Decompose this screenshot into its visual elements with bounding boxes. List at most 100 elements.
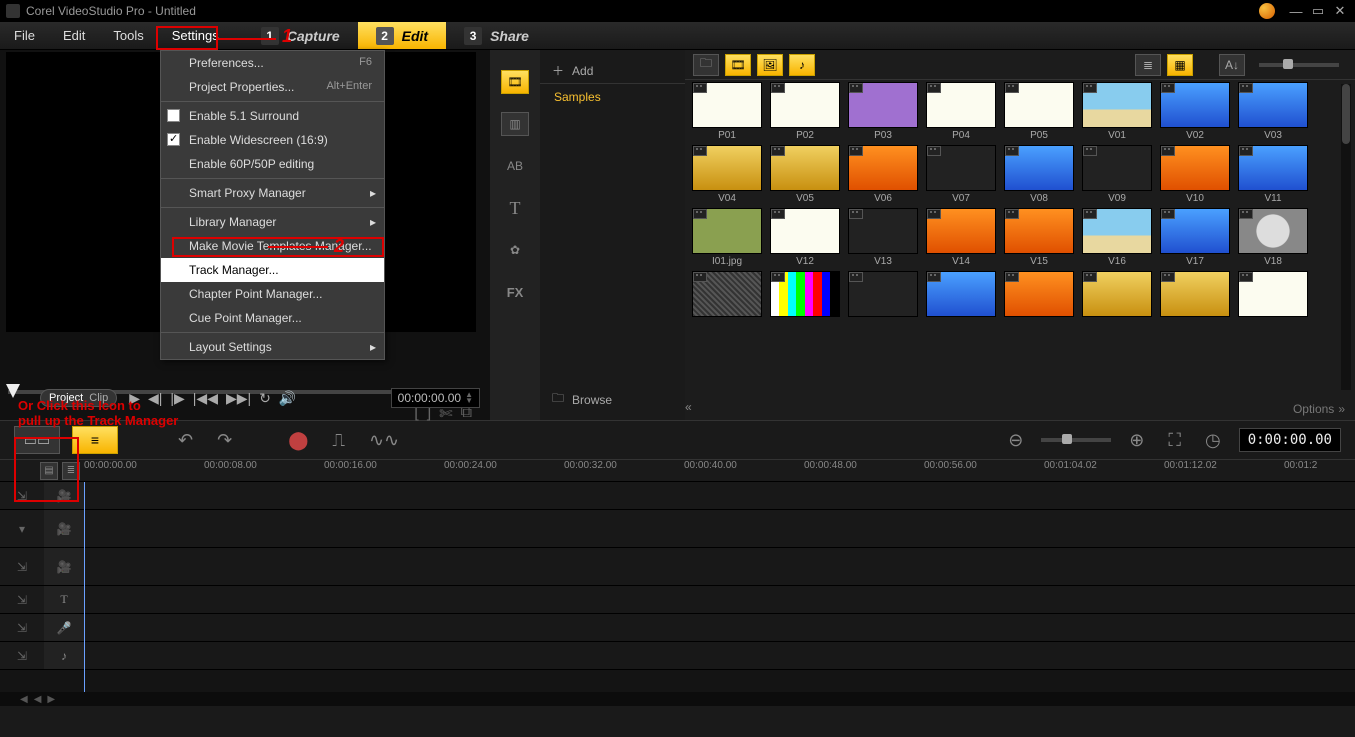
library-item[interactable]: V01 (1081, 82, 1153, 141)
step-capture[interactable]: 1Capture (243, 22, 358, 49)
lock-music-button[interactable]: ⇲ (0, 642, 44, 669)
menu-item-project-properties[interactable]: Project Properties...Alt+Enter (161, 75, 384, 99)
filter-audio-button[interactable]: ♪ (789, 54, 815, 76)
filter-video-button[interactable]: 🎞 (725, 54, 751, 76)
menu-file[interactable]: File (0, 22, 49, 49)
menu-item-cue-point-manager[interactable]: Cue Point Manager... (161, 306, 384, 330)
category-transition-button[interactable]: ▥ (501, 112, 529, 136)
zoom-out-button[interactable]: ⊖ (1002, 430, 1029, 451)
menu-item-preferences[interactable]: Preferences...F6 (161, 51, 384, 75)
library-item[interactable]: V15 (1003, 208, 1075, 267)
overlay-track-body[interactable] (84, 510, 1355, 547)
library-item[interactable]: P01 (691, 82, 763, 141)
category-title-ab-button[interactable]: AB (501, 154, 529, 178)
music-track-icon[interactable]: ♪ (44, 642, 84, 669)
menu-item-enable-widescreen-16-9[interactable]: Enable Widescreen (16:9) (161, 128, 384, 152)
preview-timecode[interactable]: 00:00:00.00 ▲▼ (391, 388, 480, 408)
audio-mixer-button[interactable]: ⎍ (326, 430, 351, 451)
sort-button[interactable]: A↓ (1219, 54, 1245, 76)
scroll-left-button[interactable]: ◀ (20, 694, 28, 705)
library-item[interactable] (769, 271, 841, 319)
video-track-body[interactable] (84, 482, 1355, 509)
library-item[interactable]: V03 (1237, 82, 1309, 141)
options-button[interactable]: Options » (1293, 402, 1345, 416)
library-item[interactable] (847, 271, 919, 319)
library-folder-icon[interactable]: 🗀 (693, 54, 719, 76)
end-button[interactable]: ▶▶| (226, 390, 251, 407)
overlay2-track-icon[interactable]: 🎥 (44, 548, 84, 585)
title-track-icon[interactable]: T (44, 586, 84, 613)
zoom-knob-icon[interactable] (1062, 434, 1072, 444)
library-item[interactable]: P05 (1003, 82, 1075, 141)
library-item[interactable]: V09 (1081, 145, 1153, 204)
library-item[interactable] (1003, 271, 1075, 319)
audio-waveform-button[interactable]: ∿∿ (363, 430, 405, 451)
menu-item-enable-60p-50p-editing[interactable]: Enable 60P/50P editing (161, 152, 384, 176)
library-item[interactable]: V06 (847, 145, 919, 204)
overlay2-track-body[interactable] (84, 548, 1355, 585)
library-item[interactable]: V10 (1159, 145, 1231, 204)
library-item[interactable]: V05 (769, 145, 841, 204)
library-item[interactable]: V02 (1159, 82, 1231, 141)
menu-item-smart-proxy-manager[interactable]: Smart Proxy Manager▸ (161, 181, 384, 205)
folder-samples[interactable]: Samples (540, 84, 685, 110)
library-item[interactable]: V13 (847, 208, 919, 267)
menu-settings[interactable]: Settings (158, 22, 233, 49)
timecode-spinner[interactable]: ▲▼ (465, 392, 473, 404)
maximize-button[interactable]: ▭ (1309, 3, 1327, 19)
close-button[interactable]: ✕ (1331, 3, 1349, 19)
step-edit[interactable]: 2Edit (358, 22, 446, 49)
library-item[interactable]: V16 (1081, 208, 1153, 267)
lock-title-button[interactable]: ⇲ (0, 586, 44, 613)
category-graphic-button[interactable]: ✿ (501, 238, 529, 262)
view-list-button[interactable]: ≣ (1135, 54, 1161, 76)
music-track-body[interactable] (84, 642, 1355, 669)
undo-button[interactable]: ↶ (172, 430, 199, 451)
library-item[interactable]: P03 (847, 82, 919, 141)
prev-frame-button[interactable]: ◀| (148, 390, 162, 407)
scroll-thumb[interactable] (1342, 84, 1350, 144)
menu-item-layout-settings[interactable]: Layout Settings▸ (161, 335, 384, 359)
playhead-icon[interactable] (84, 482, 85, 692)
category-media-button[interactable]: 🎞 (501, 70, 529, 94)
slider-knob-icon[interactable] (1283, 59, 1293, 69)
next-frame-button[interactable]: |▶ (170, 390, 184, 407)
toggle-tracks-icon[interactable]: ▤ (40, 462, 58, 480)
library-item[interactable]: V14 (925, 208, 997, 267)
collapse-all-button[interactable]: ⇲ (0, 482, 44, 509)
step-share[interactable]: 3Share (446, 22, 547, 49)
thumbnail-size-slider[interactable] (1259, 63, 1339, 67)
lock-voice-button[interactable]: ⇲ (0, 614, 44, 641)
record-button[interactable]: ⬤ (282, 430, 314, 451)
scroll-right-button[interactable]: ▶ (47, 694, 55, 705)
timeline-view-button[interactable]: ≡ (72, 426, 118, 454)
library-item[interactable]: V04 (691, 145, 763, 204)
library-item[interactable]: I01.jpg (691, 208, 763, 267)
repeat-button[interactable]: ↻ (259, 390, 271, 407)
voice-track-body[interactable] (84, 614, 1355, 641)
collapse-library-button[interactable]: « (685, 400, 703, 418)
library-item[interactable]: P04 (925, 82, 997, 141)
expand-video-button[interactable]: ▾ (0, 510, 44, 547)
menu-item-enable-5-1-surround[interactable]: Enable 5.1 Surround (161, 104, 384, 128)
view-grid-button[interactable]: ▦ (1167, 54, 1193, 76)
scroll-left2-button[interactable]: ◀ (34, 694, 42, 705)
zoom-slider[interactable] (1041, 438, 1111, 442)
library-item[interactable] (691, 271, 763, 319)
mode-clip[interactable]: Clip (89, 392, 108, 404)
category-title-t-button[interactable]: T (501, 196, 529, 220)
storyboard-view-button[interactable]: ▭▭ (14, 426, 60, 454)
library-item[interactable]: P02 (769, 82, 841, 141)
library-item[interactable] (1237, 271, 1309, 319)
fit-project-button[interactable]: ⛶ (1162, 430, 1187, 451)
library-scrollbar[interactable] (1341, 84, 1351, 390)
library-item[interactable]: V12 (769, 208, 841, 267)
mode-project[interactable]: Project (49, 392, 83, 404)
category-fx-button[interactable]: FX (501, 280, 529, 304)
timeline-h-scrollbar[interactable]: ◀ ◀ ▶ (0, 692, 1355, 706)
library-item[interactable]: V07 (925, 145, 997, 204)
menu-edit[interactable]: Edit (49, 22, 99, 49)
minimize-button[interactable]: — (1287, 4, 1305, 19)
menu-item-track-manager[interactable]: Track Manager... (161, 258, 384, 282)
voice-track-icon[interactable]: 🎤 (44, 614, 84, 641)
